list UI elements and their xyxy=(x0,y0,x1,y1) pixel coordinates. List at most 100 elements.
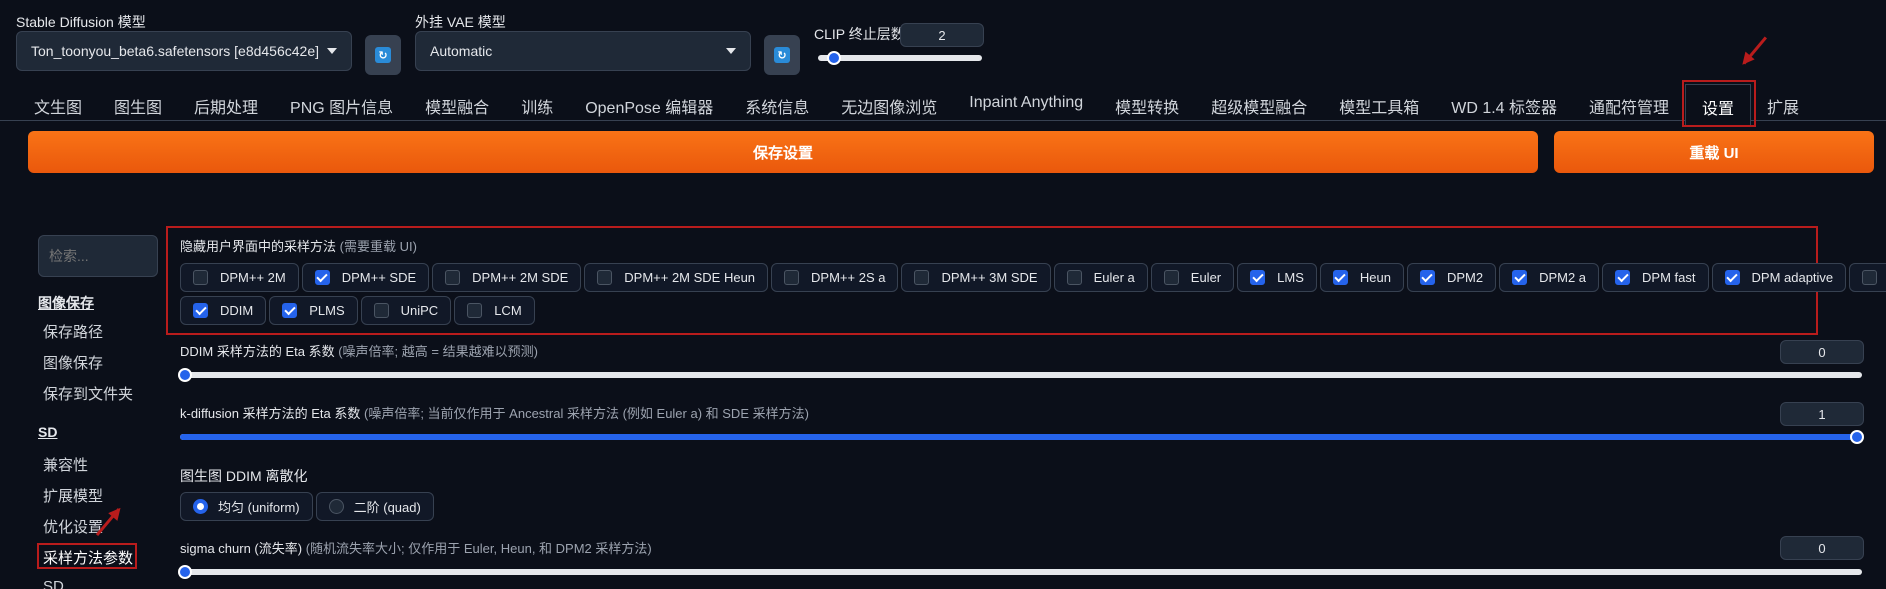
slider-fill xyxy=(180,434,1862,440)
img2img-ddim-radio[interactable]: 二阶 (quad) xyxy=(315,492,434,521)
checkbox-checked-icon[interactable] xyxy=(1332,270,1348,285)
checkbox-checked-icon[interactable] xyxy=(1419,270,1435,285)
sidebar-item-save-paths[interactable]: 保存路径 xyxy=(43,321,103,342)
sigma-churn-label-group: sigma churn (流失率) (随机流失率大小; 仅作用于 Euler, … xyxy=(180,538,652,557)
settings-search-input[interactable] xyxy=(38,235,158,277)
sigma-churn-slider[interactable] xyxy=(178,565,1862,579)
tab-3[interactable]: PNG 图片信息 xyxy=(274,84,409,127)
sampler-checkbox[interactable]: DPM adaptive xyxy=(1711,263,1847,292)
sampler-checkbox[interactable]: Heun xyxy=(1319,263,1404,292)
sampler-checkbox[interactable]: LMS xyxy=(1237,263,1317,292)
checkbox-unchecked-icon[interactable] xyxy=(373,303,389,318)
checkbox-unchecked-icon[interactable] xyxy=(784,270,800,285)
checkbox-unchecked-icon[interactable] xyxy=(193,270,208,285)
sampler-checkbox-label: DPM adaptive xyxy=(1751,270,1834,285)
chevron-down-icon xyxy=(726,48,736,54)
chevron-down-icon xyxy=(327,48,337,54)
sampler-checkbox-label: DPM++ 2M xyxy=(220,270,286,285)
sd-model-dropdown[interactable]: Ton_toonyou_beta6.safetensors [e8d456c42… xyxy=(16,31,352,71)
checkbox-unchecked-icon[interactable] xyxy=(1862,270,1878,285)
tab-14[interactable]: 通配符管理 xyxy=(1573,84,1685,127)
sampler-checkbox[interactable]: UniPC xyxy=(360,296,452,325)
radio-selected-icon[interactable] xyxy=(193,499,208,514)
save-settings-button[interactable]: 保存设置 xyxy=(28,131,1538,173)
sampler-checkbox[interactable]: DPM++ 2M xyxy=(180,263,299,292)
sampler-checkbox[interactable]: DPM++ 2M SDE Heun xyxy=(584,263,769,292)
checkbox-checked-icon[interactable] xyxy=(282,303,298,318)
img2img-ddim-radio[interactable]: 均匀 (uniform) xyxy=(180,492,313,521)
tab-5[interactable]: 训练 xyxy=(505,84,569,127)
sidebar-item-image-saving[interactable]: 图像保存 xyxy=(43,352,103,373)
tab-16[interactable]: 扩展 xyxy=(1751,84,1815,127)
checkbox-unchecked-icon[interactable] xyxy=(597,270,613,285)
vae-dropdown[interactable]: Automatic xyxy=(415,31,751,71)
tab-1[interactable]: 图生图 xyxy=(98,84,178,127)
sampler-checkbox[interactable]: LCM xyxy=(454,296,535,325)
slider-thumb[interactable] xyxy=(178,565,192,579)
kdiff-eta-note: (噪声倍率; 当前仅作用于 Ancestral 采样方法 (例如 Euler a… xyxy=(364,406,809,421)
tab-2[interactable]: 后期处理 xyxy=(178,84,274,127)
sampler-checkbox[interactable]: Restart xyxy=(1849,263,1886,292)
sidebar-item-sd[interactable]: SD xyxy=(43,578,64,589)
tab-8[interactable]: 无边图像浏览 xyxy=(825,84,953,127)
sampler-checkbox[interactable]: DPM2 a xyxy=(1499,263,1600,292)
sidebar-section-image-saving[interactable]: 图像保存 xyxy=(38,293,94,313)
tab-10[interactable]: 模型转换 xyxy=(1099,84,1195,127)
checkbox-checked-icon[interactable] xyxy=(1615,270,1631,285)
clip-skip-input[interactable]: 2 xyxy=(900,23,984,47)
checkbox-checked-icon[interactable] xyxy=(1250,270,1266,285)
tab-13[interactable]: WD 1.4 标签器 xyxy=(1435,84,1573,127)
tab-6[interactable]: OpenPose 编辑器 xyxy=(569,84,729,127)
refresh-sd-model-button[interactable]: ↻ xyxy=(365,35,401,75)
clip-skip-slider-thumb[interactable] xyxy=(827,51,841,65)
kdiff-eta-slider[interactable] xyxy=(180,430,1864,444)
sidebar-item-save-to-dirs[interactable]: 保存到文件夹 xyxy=(43,383,133,404)
slider-thumb[interactable] xyxy=(1850,430,1864,444)
sidebar-section-sd[interactable]: SD xyxy=(38,424,57,440)
sampler-checkbox[interactable]: DPM++ 2S a xyxy=(771,263,899,292)
tab-11[interactable]: 超级模型融合 xyxy=(1195,84,1323,127)
checkbox-unchecked-icon[interactable] xyxy=(1066,270,1082,285)
sampler-checkbox[interactable]: Euler a xyxy=(1053,263,1148,292)
sampler-checkbox[interactable]: DDIM xyxy=(180,296,267,325)
sampler-checkbox-row-1: DPM++ 2M DPM++ SDE DPM++ 2M SDE DPM++ 2M SD… xyxy=(180,263,1886,292)
checkbox-unchecked-icon[interactable] xyxy=(467,303,483,318)
sampler-checkbox-label: DPM++ SDE xyxy=(341,270,417,285)
checkbox-checked-icon[interactable] xyxy=(314,270,330,285)
checkbox-checked-icon[interactable] xyxy=(1724,270,1740,285)
checkbox-checked-icon[interactable] xyxy=(193,303,208,318)
checkbox-unchecked-icon[interactable] xyxy=(445,270,461,285)
tab-4[interactable]: 模型融合 xyxy=(409,84,505,127)
sigma-churn-input[interactable]: 0 xyxy=(1780,536,1864,560)
ddim-eta-note: (噪声倍率; 越高 = 结果越难以预测) xyxy=(338,344,538,359)
kdiff-eta-input[interactable]: 1 xyxy=(1780,402,1864,426)
sidebar-item-extra-networks[interactable]: 扩展模型 xyxy=(43,485,103,506)
checkbox-checked-icon[interactable] xyxy=(1512,270,1528,285)
sampler-checkbox-row-2: DDIM PLMS UniPC LCM xyxy=(180,296,535,325)
ddim-eta-input[interactable]: 0 xyxy=(1780,340,1864,364)
hide-samplers-note: (需要重载 UI) xyxy=(339,239,417,254)
checkbox-unchecked-icon[interactable] xyxy=(914,270,930,285)
sampler-checkbox[interactable]: DPM++ SDE xyxy=(301,263,430,292)
tab-0[interactable]: 文生图 xyxy=(18,84,98,127)
sampler-checkbox-label: DPM2 xyxy=(1446,270,1484,285)
sidebar-item-optimizations[interactable]: 优化设置 xyxy=(43,516,103,537)
radio-unselected-icon[interactable] xyxy=(328,499,344,514)
sampler-checkbox[interactable]: PLMS xyxy=(269,296,358,325)
tab-7[interactable]: 系统信息 xyxy=(729,84,825,127)
sidebar-item-compatibility[interactable]: 兼容性 xyxy=(43,454,88,475)
ddim-eta-slider[interactable] xyxy=(178,368,1862,382)
checkbox-unchecked-icon[interactable] xyxy=(1163,270,1179,285)
slider-thumb[interactable] xyxy=(178,368,192,382)
refresh-vae-button[interactable]: ↻ xyxy=(764,35,800,75)
sampler-checkbox[interactable]: DPM++ 2M SDE xyxy=(432,263,582,292)
reload-ui-button[interactable]: 重载 UI xyxy=(1554,131,1874,173)
tab-9[interactable]: Inpaint Anything xyxy=(953,84,1099,127)
sampler-checkbox[interactable]: Euler xyxy=(1150,263,1235,292)
tab-12[interactable]: 模型工具箱 xyxy=(1323,84,1435,127)
clip-skip-slider[interactable] xyxy=(818,55,982,61)
sampler-checkbox[interactable]: DPM fast xyxy=(1602,263,1709,292)
img2img-ddim-radio-group: 均匀 (uniform) 二阶 (quad) xyxy=(180,492,434,521)
sampler-checkbox[interactable]: DPM++ 3M SDE xyxy=(901,263,1051,292)
sampler-checkbox[interactable]: DPM2 xyxy=(1406,263,1497,292)
